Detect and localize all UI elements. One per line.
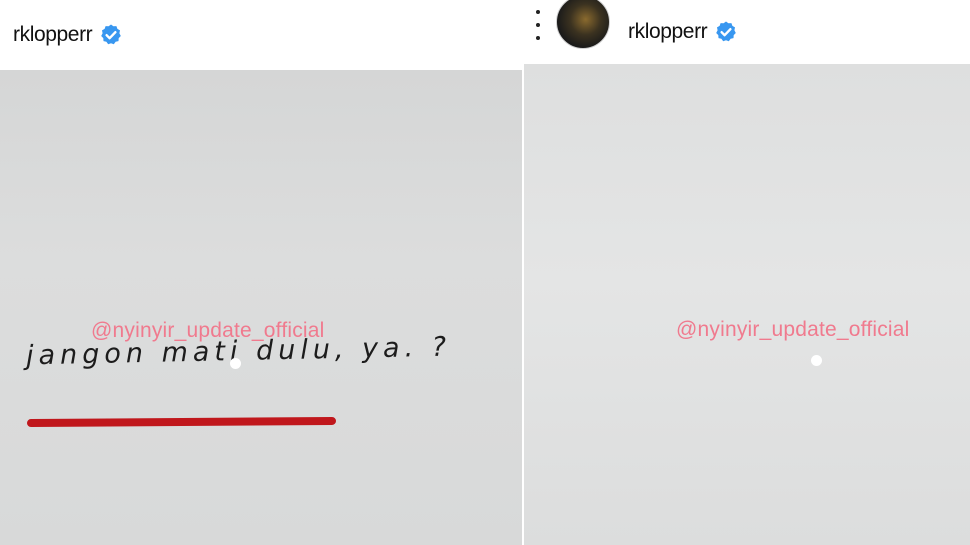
right-post-header: rklopperr bbox=[524, 0, 970, 64]
avatar[interactable] bbox=[556, 0, 610, 49]
white-dot bbox=[811, 355, 822, 366]
left-post-panel: rklopperr @nyinyir_update_official jango… bbox=[0, 0, 522, 545]
screenshot-collage: rklopperr @nyinyir_update_official jango… bbox=[0, 0, 970, 545]
story-canvas-right: @nyinyir_update_official bbox=[524, 64, 970, 545]
username-label[interactable]: rklopperr bbox=[13, 23, 93, 47]
watermark-text: @nyinyir_update_official bbox=[676, 318, 910, 341]
verified-badge-icon bbox=[99, 23, 123, 47]
username-label[interactable]: rklopperr bbox=[628, 20, 708, 44]
verified-badge-icon bbox=[714, 20, 738, 44]
left-post-header: rklopperr bbox=[0, 0, 522, 70]
red-underline-stroke bbox=[26, 416, 337, 428]
white-dot bbox=[230, 358, 241, 369]
right-post-panel: rklopperr @nyinyir_update_official bbox=[524, 0, 970, 545]
more-vertical-icon[interactable] bbox=[534, 10, 542, 40]
story-canvas-left: @nyinyir_update_official jangon mati dul… bbox=[0, 70, 522, 545]
